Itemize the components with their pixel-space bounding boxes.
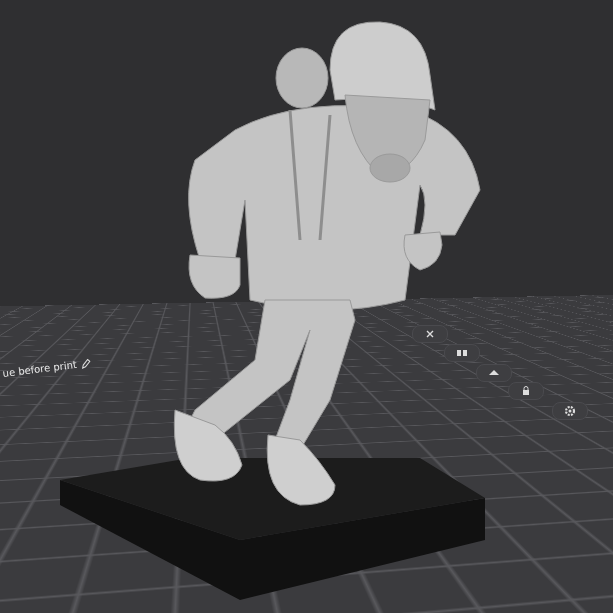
orient-tool[interactable] <box>476 364 512 382</box>
viewport-3d[interactable]: ue before print <box>0 0 613 613</box>
firefighter-figure <box>174 22 480 505</box>
close-tool[interactable] <box>412 325 448 343</box>
settings-tool[interactable] <box>552 402 588 420</box>
orient-icon <box>488 368 500 378</box>
lock-tool[interactable] <box>508 382 544 400</box>
gear-icon <box>564 405 576 417</box>
arrange-tool[interactable] <box>444 344 480 362</box>
arrange-icon <box>456 348 468 358</box>
model-figure[interactable] <box>0 0 613 613</box>
edit-icon[interactable] <box>80 358 91 369</box>
close-icon <box>425 329 435 339</box>
lock-icon <box>521 386 531 396</box>
